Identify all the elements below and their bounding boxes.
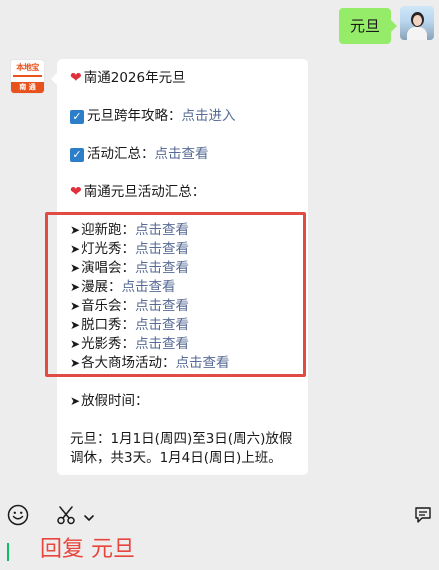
sender-avatar[interactable]: 本地宝 南 通 bbox=[10, 59, 45, 94]
event-link[interactable]: 点击查看 bbox=[135, 221, 189, 240]
event-link[interactable]: 点击查看 bbox=[135, 240, 189, 259]
guide-link[interactable]: 点击进入 bbox=[182, 107, 236, 126]
message-input[interactable]: 回复 元旦 bbox=[0, 533, 439, 570]
typed-reply-text: 回复 元旦 bbox=[40, 537, 135, 562]
holiday-detail-1: 元旦：1月1日(周四)至3日(周六)放假 bbox=[70, 431, 293, 447]
outgoing-message-bubble[interactable]: 元旦 bbox=[338, 8, 398, 44]
event-link[interactable]: 点击查看 bbox=[176, 354, 230, 373]
event-item: ➤ 各大商场活动： 点击查看 bbox=[70, 354, 230, 373]
event-link[interactable]: 点击查看 bbox=[135, 335, 189, 354]
event-name: 灯光秀： bbox=[81, 241, 136, 257]
holiday-label: 放假时间： bbox=[81, 393, 149, 409]
sender-logo-text: 本地宝 bbox=[16, 63, 39, 72]
event-name: 迎新跑： bbox=[81, 222, 136, 238]
summary-line: ✓ 活动汇总： 点击查看 bbox=[70, 145, 209, 164]
event-link[interactable]: 点击查看 bbox=[122, 278, 176, 297]
checkbox-icon: ✓ bbox=[70, 109, 84, 124]
holiday-detail-line: 调休，共3天。1月4日(周日)上班。 bbox=[70, 449, 282, 468]
summary-link[interactable]: 点击查看 bbox=[155, 145, 209, 164]
event-item: ➤ 光影秀： 点击查看 bbox=[70, 335, 189, 354]
arrow-icon: ➤ bbox=[70, 337, 81, 351]
chevron-down-icon[interactable] bbox=[83, 509, 95, 521]
event-item: ➤ 音乐会： 点击查看 bbox=[70, 297, 189, 316]
event-item: ➤ 演唱会： 点击查看 bbox=[70, 259, 189, 278]
event-name: 各大商场活动： bbox=[81, 355, 176, 371]
guide-label: 元旦跨年攻略： bbox=[87, 108, 182, 124]
summary-label: 活动汇总： bbox=[87, 146, 155, 162]
arrow-icon: ➤ bbox=[70, 299, 81, 313]
arrow-icon: ➤ bbox=[70, 318, 81, 332]
event-link[interactable]: 点击查看 bbox=[135, 316, 189, 335]
event-name: 脱口秀： bbox=[81, 317, 136, 333]
outgoing-message-text: 元旦 bbox=[349, 17, 380, 35]
checkbox-icon: ✓ bbox=[70, 147, 84, 162]
holiday-heading-line: ➤ 放假时间： bbox=[70, 392, 149, 411]
emoji-icon[interactable] bbox=[7, 504, 29, 526]
text-cursor bbox=[7, 543, 9, 561]
message-title-line: ❤ 南通2026年元旦 bbox=[70, 69, 186, 88]
notes-icon[interactable] bbox=[413, 505, 433, 525]
events-heading-line: ❤ 南通元旦活动汇总： bbox=[70, 183, 205, 202]
arrow-icon: ➤ bbox=[70, 280, 81, 294]
arrow-icon: ➤ bbox=[70, 356, 81, 370]
guide-line: ✓ 元旦跨年攻略： 点击进入 bbox=[70, 107, 236, 126]
arrow-icon: ➤ bbox=[70, 223, 81, 237]
event-name: 演唱会： bbox=[81, 260, 136, 276]
sender-logo-city: 南 通 bbox=[11, 82, 44, 93]
incoming-message-bubble: ❤ 南通2026年元旦 ✓ 元旦跨年攻略： 点击进入 ✓ 活动汇总： 点击查看 … bbox=[51, 59, 308, 475]
event-link[interactable]: 点击查看 bbox=[135, 297, 189, 316]
event-name: 光影秀： bbox=[81, 336, 136, 352]
my-avatar[interactable] bbox=[400, 6, 434, 40]
arrow-icon: ➤ bbox=[70, 242, 81, 256]
heart-icon: ❤ bbox=[70, 184, 82, 200]
composer-toolbar bbox=[0, 497, 439, 533]
event-item: ➤ 灯光秀： 点击查看 bbox=[70, 240, 189, 259]
scissors-icon[interactable] bbox=[55, 504, 77, 526]
event-item: ➤ 漫展： 点击查看 bbox=[70, 278, 176, 297]
events-heading: 南通元旦活动汇总： bbox=[83, 184, 206, 200]
message-title: 南通2026年元旦 bbox=[83, 70, 186, 86]
holiday-detail-line: 元旦：1月1日(周四)至3日(周六)放假 bbox=[70, 430, 292, 449]
outgoing-message-row: 元旦 bbox=[338, 6, 434, 44]
event-item: ➤ 脱口秀： 点击查看 bbox=[70, 316, 189, 335]
event-name: 音乐会： bbox=[81, 298, 136, 314]
arrow-icon: ➤ bbox=[70, 261, 81, 275]
arrow-icon: ➤ bbox=[70, 394, 81, 408]
holiday-detail-2: 调休，共3天。1月4日(周日)上班。 bbox=[70, 450, 282, 466]
event-name: 漫展： bbox=[81, 279, 122, 295]
heart-icon: ❤ bbox=[70, 70, 82, 86]
event-item: ➤ 迎新跑： 点击查看 bbox=[70, 221, 189, 240]
event-link[interactable]: 点击查看 bbox=[135, 259, 189, 278]
